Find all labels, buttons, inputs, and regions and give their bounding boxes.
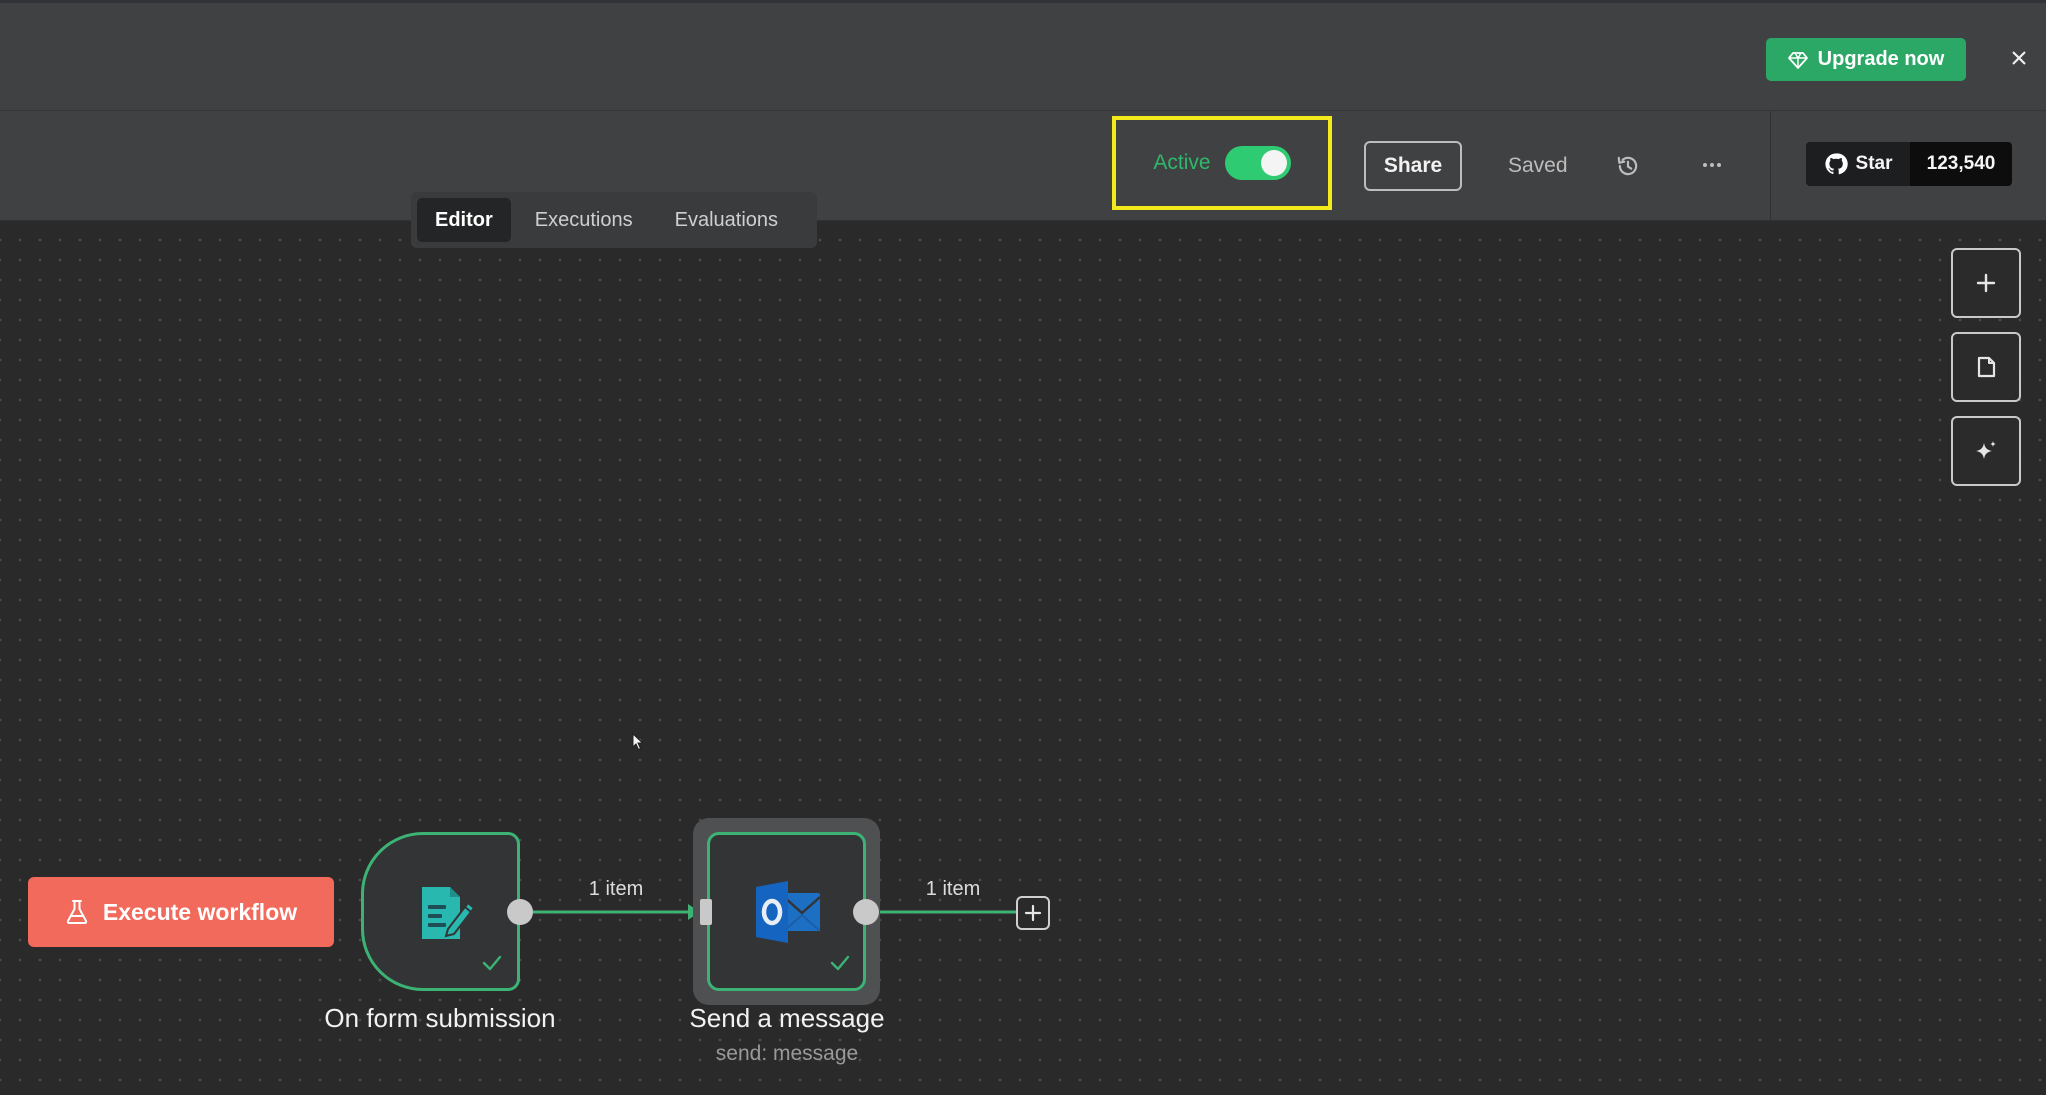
mouse-cursor-icon bbox=[632, 733, 644, 751]
saved-status: Saved bbox=[1508, 154, 1568, 177]
plus-icon bbox=[1976, 273, 1996, 293]
tab-evaluations[interactable]: Evaluations bbox=[657, 198, 796, 242]
toggle-knob bbox=[1260, 150, 1287, 176]
editor-tabs: Editor Executions Evaluations bbox=[411, 192, 817, 248]
execute-workflow-button[interactable]: Execute workflow bbox=[28, 877, 334, 947]
tab-editor[interactable]: Editor bbox=[417, 198, 511, 242]
share-button[interactable]: Share bbox=[1364, 141, 1462, 191]
plus-icon bbox=[1024, 904, 1042, 922]
upgrade-now-label: Upgrade now bbox=[1817, 48, 1945, 70]
output-handle[interactable] bbox=[853, 899, 879, 925]
gem-icon bbox=[1787, 51, 1808, 69]
active-toggle[interactable] bbox=[1224, 146, 1291, 180]
header-divider bbox=[1770, 111, 1771, 221]
node-title: Send a message bbox=[689, 1003, 885, 1033]
add-next-node-button[interactable] bbox=[1016, 896, 1050, 930]
execute-workflow-label: Execute workflow bbox=[102, 898, 298, 925]
github-star-label: Star bbox=[1855, 153, 1893, 174]
tab-executions[interactable]: Executions bbox=[517, 198, 651, 242]
close-icon[interactable] bbox=[2006, 45, 2032, 71]
form-icon bbox=[422, 887, 476, 939]
node-title: On form submission bbox=[324, 1003, 556, 1033]
connection-item-count: 1 item bbox=[925, 878, 981, 900]
ai-assistant-button[interactable] bbox=[1951, 416, 2021, 486]
input-handle[interactable] bbox=[700, 899, 712, 925]
output-handle[interactable] bbox=[507, 899, 533, 925]
flask-icon bbox=[66, 900, 88, 924]
node-send-a-message[interactable] bbox=[707, 832, 866, 991]
more-options-icon[interactable] bbox=[1698, 151, 1726, 179]
node-subtitle: send: message bbox=[715, 1042, 859, 1065]
github-icon bbox=[1824, 153, 1848, 175]
success-check-icon bbox=[482, 955, 502, 971]
node-on-form-submission[interactable] bbox=[361, 832, 520, 991]
add-sticky-note-button[interactable] bbox=[1951, 332, 2021, 402]
workflow-editor: Upgrade now Active Share Saved Star 123,… bbox=[0, 0, 2046, 1095]
success-check-icon bbox=[830, 955, 850, 971]
history-icon[interactable] bbox=[1615, 153, 1641, 179]
upgrade-now-button[interactable]: Upgrade now bbox=[1766, 38, 1966, 81]
add-node-panel-button[interactable] bbox=[1951, 248, 2021, 318]
active-toggle-highlight: Active bbox=[1112, 116, 1332, 210]
outlook-icon bbox=[756, 881, 821, 943]
workflow-canvas[interactable] bbox=[0, 222, 2046, 1095]
upgrade-banner: Upgrade now bbox=[0, 0, 2046, 111]
connection-item-count: 1 item bbox=[588, 878, 644, 900]
workflow-header: Active Share Saved Star 123,540 bbox=[0, 111, 2046, 221]
github-star-count[interactable]: 123,540 bbox=[1910, 142, 2012, 186]
sparkle-icon bbox=[1976, 441, 1996, 459]
github-star-button[interactable]: Star bbox=[1806, 142, 1910, 186]
active-label: Active bbox=[1153, 151, 1211, 174]
sticky-note-icon bbox=[1977, 356, 1996, 378]
